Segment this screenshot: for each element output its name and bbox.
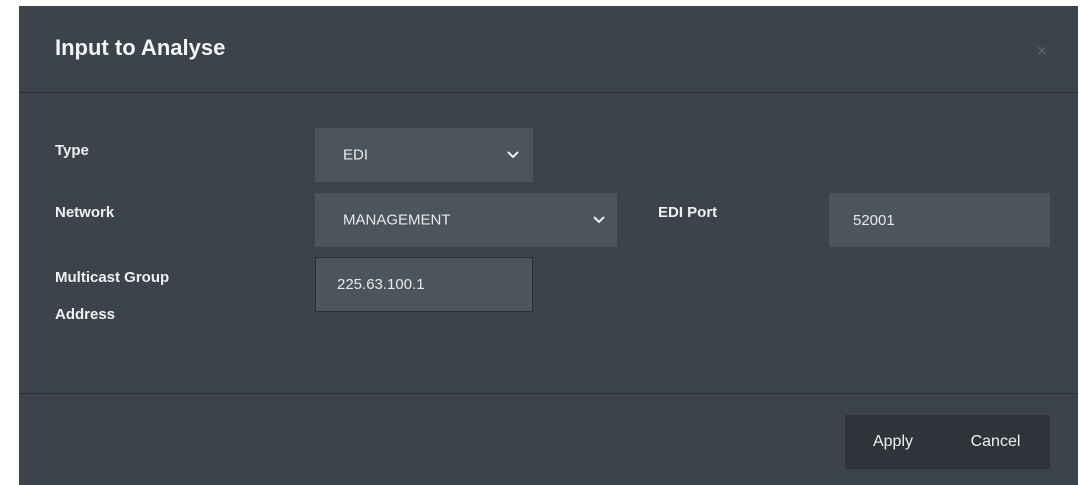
footer-button-group: Apply Cancel: [845, 415, 1050, 469]
network-label: Network: [55, 204, 115, 221]
network-select-value: MANAGEMENT: [343, 211, 451, 229]
apply-button[interactable]: Apply: [845, 415, 941, 469]
edi-port-label: EDI Port: [658, 204, 718, 221]
network-select[interactable]: MANAGEMENT: [315, 193, 617, 247]
multicast-group-label: Multicast Group: [55, 269, 170, 286]
address-label: Address: [55, 306, 116, 323]
chevron-down-icon: [593, 216, 605, 223]
type-select-value: EDI: [343, 146, 369, 164]
multicast-address-input[interactable]: [315, 257, 533, 312]
chevron-down-icon: [507, 151, 519, 158]
dialog-title: Input to Analyse: [55, 35, 226, 60]
dialog-header: Input to Analyse ×: [19, 6, 1078, 93]
cancel-button[interactable]: Cancel: [941, 415, 1050, 469]
edi-port-input[interactable]: [829, 193, 1050, 247]
input-to-analyse-dialog: Input to Analyse × Type EDI Network MANA…: [19, 6, 1078, 485]
type-label: Type: [55, 142, 89, 159]
close-icon[interactable]: ×: [1032, 41, 1052, 61]
footer-divider: [19, 393, 1078, 394]
type-select[interactable]: EDI: [315, 128, 533, 182]
